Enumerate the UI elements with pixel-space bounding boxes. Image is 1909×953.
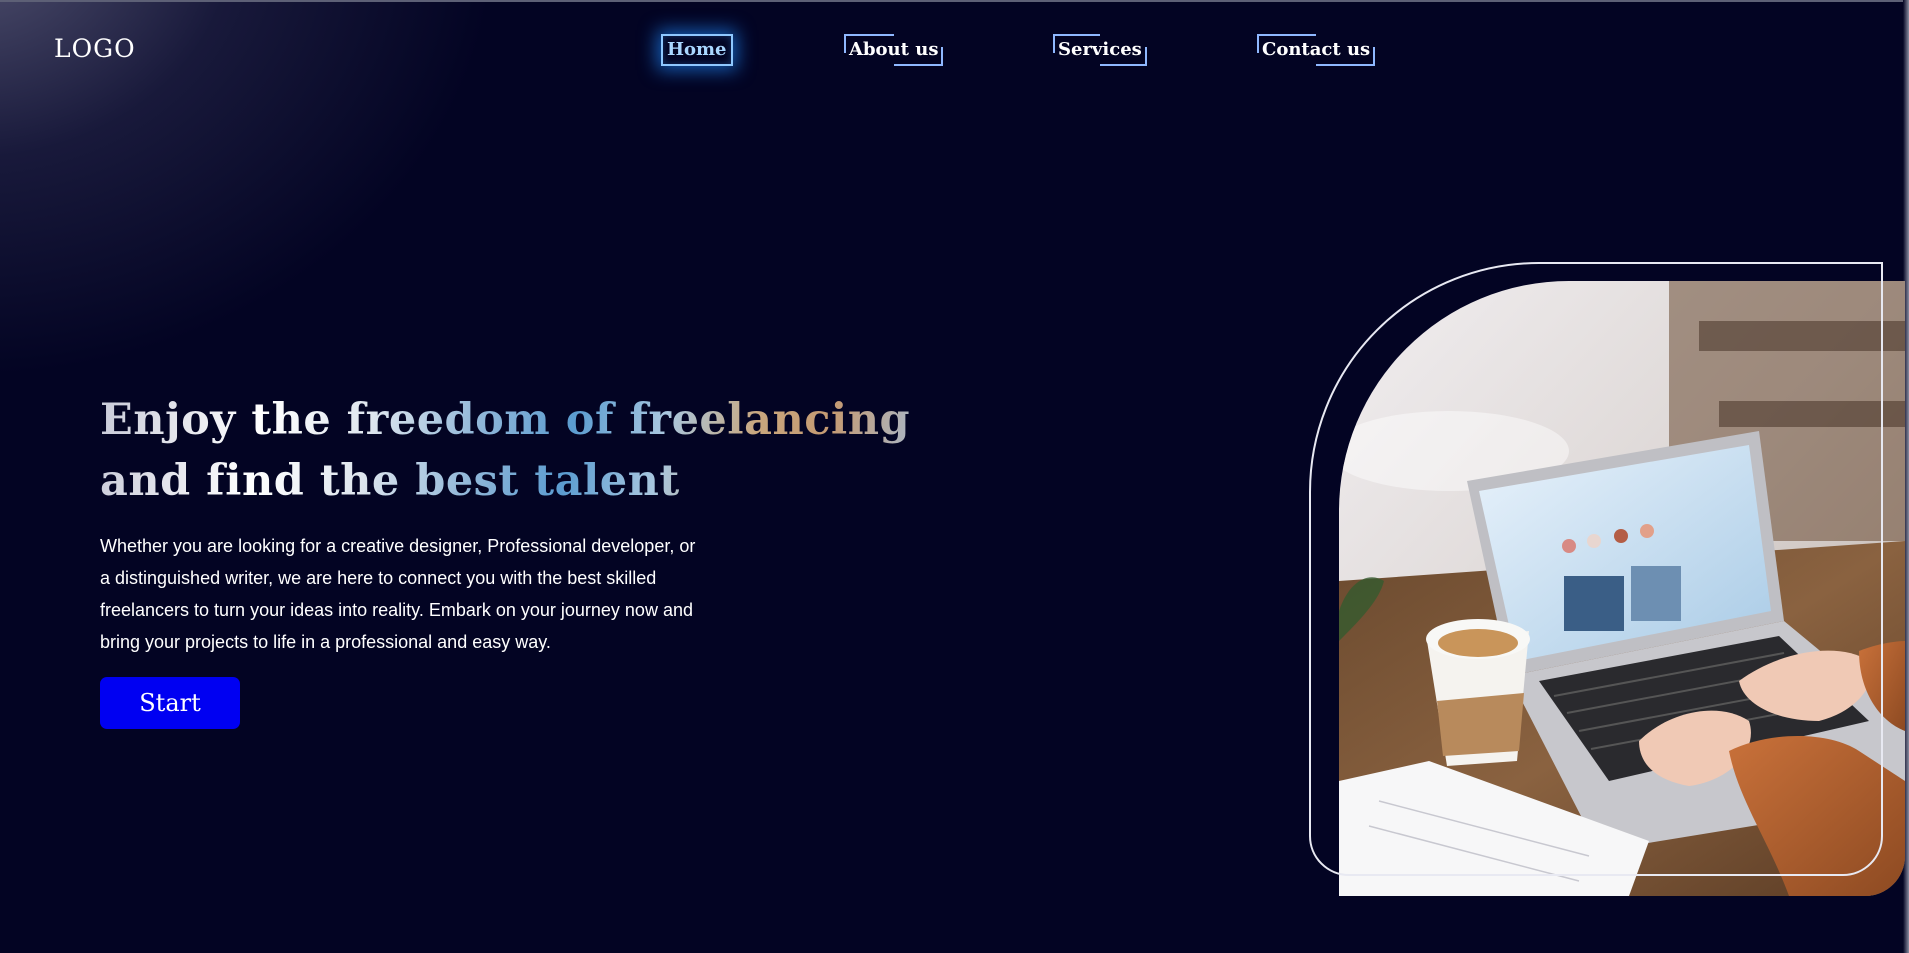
nav-link-about-us[interactable]: About us — [844, 34, 944, 66]
hero-description: Whether you are looking for a creative d… — [100, 536, 696, 652]
image-frame-outline — [1309, 262, 1883, 876]
nav-link-services[interactable]: Services — [1053, 34, 1147, 66]
nav-link-contact-us[interactable]: Contact us — [1257, 34, 1376, 66]
logo[interactable]: LOGO — [54, 34, 136, 63]
nav-link-home[interactable]: Home — [661, 34, 733, 66]
top-border — [0, 0, 1909, 2]
page: LOGO Home About us Services Contact us E… — [0, 0, 1909, 953]
hero-title: Enjoy the freedom of freelancing and fin… — [100, 390, 1000, 512]
start-button[interactable]: Start — [100, 677, 240, 729]
